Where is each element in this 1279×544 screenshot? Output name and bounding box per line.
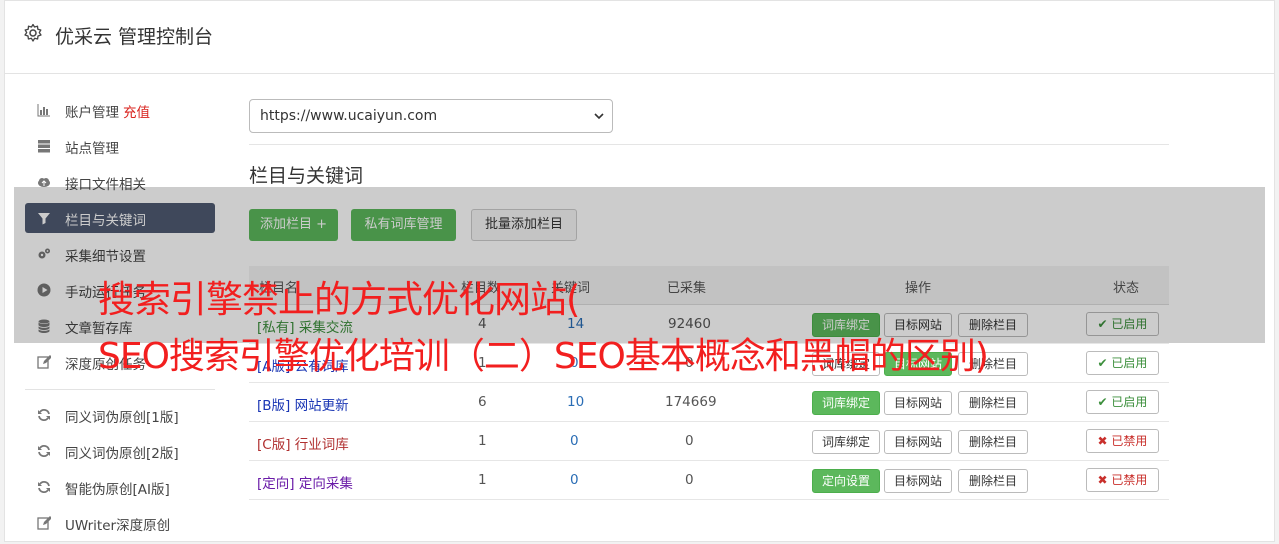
sidebar-item-sites[interactable]: 站点管理 [25,131,215,161]
target-site-button[interactable]: 目标网站 [884,430,952,454]
headline-line-1: 搜索引擎禁止的方式优化网站( [98,278,580,321]
bind-lib-button[interactable]: 词库绑定 [812,391,880,415]
refresh-icon [38,481,50,493]
section-title: 栏目与关键词 [249,165,364,187]
sidebar-item-label: UWriter深度原创 [65,518,171,534]
console-title: 优采云 管理控制台 [55,26,214,48]
cell-count: 6 [478,394,487,410]
site-select[interactable]: https://www.ucaiyun.com [249,99,613,133]
delete-column-button[interactable]: 删除栏目 [958,469,1028,493]
chevron-down-icon [594,113,604,120]
target-site-button[interactable]: 目标网站 [884,469,952,493]
status-toggle[interactable]: ✔ 已启用 [1086,390,1159,414]
refresh-icon [38,409,50,421]
delete-column-button[interactable]: 删除栏目 [958,430,1028,454]
headline-overlay: 搜索引擎禁止的方式优化网站( SEO搜索引擎优化培训（二）SEO基本概念和黑帽的… [14,187,1265,377]
sidebar-item-label: 智能伪原创[AI版] [65,482,170,498]
divider [249,144,1169,145]
sidebar-item-synonym-v1[interactable]: 同义词伪原创[1版] [25,400,215,430]
bind-lib-button[interactable]: 词库绑定 [812,430,880,454]
cell-collected: 174669 [665,394,717,410]
cell-keywords[interactable]: 0 [570,433,579,449]
cell-collected: 0 [685,472,694,488]
table-row: [C版] 行业词库 1 0 0 词库绑定 目标网站 删除栏目 ✖ 已禁用 [249,422,1169,461]
cell-keywords[interactable]: 0 [570,472,579,488]
gear-icon [24,23,42,42]
site-select-value: https://www.ucaiyun.com [260,108,438,124]
sidebar-item-label: 账户管理 [65,105,119,121]
cell-count: 1 [478,472,487,488]
sidebar-item-ai-original[interactable]: 智能伪原创[AI版] [25,472,215,502]
status-toggle[interactable]: ✖ 已禁用 [1086,468,1159,492]
sidebar-item-account[interactable]: 账户管理 充值 [25,95,215,125]
refresh-icon [38,445,50,457]
column-name-link[interactable]: [B版] 网站更新 [257,394,349,414]
edit-icon [37,516,51,530]
cell-count: 1 [478,433,487,449]
server-icon [38,140,50,153]
target-site-button[interactable]: 目标网站 [884,391,952,415]
directed-settings-button[interactable]: 定向设置 [812,469,880,493]
sidebar-divider [25,389,215,390]
column-name-link[interactable]: [定向] 定向采集 [257,472,353,492]
delete-column-button[interactable]: 删除栏目 [958,391,1028,415]
sidebar-item-label: 站点管理 [65,141,119,157]
table-row: [B版] 网站更新 6 10 174669 词库绑定 目标网站 删除栏目 ✔ 已… [249,383,1169,422]
status-toggle[interactable]: ✖ 已禁用 [1086,429,1159,453]
cell-collected: 0 [685,433,694,449]
recharge-link[interactable]: 充值 [123,105,150,121]
headline-line-2: SEO搜索引擎优化培训（二）SEO基本概念和黑帽的区别) [98,336,989,377]
sidebar-item-label: 同义词伪原创[2版] [65,446,179,462]
sidebar-item-synonym-v2[interactable]: 同义词伪原创[2版] [25,436,215,466]
edit-icon [37,355,51,369]
header: 优采云 管理控制台 [5,1,1274,74]
sidebar-item-label: 同义词伪原创[1版] [65,410,179,426]
cell-keywords[interactable]: 10 [567,394,584,410]
sidebar-item-uwriter[interactable]: UWriter深度原创 [25,508,215,538]
status-toggle[interactable]: ✔ 已启用 [1086,351,1159,375]
bar-chart-icon [37,104,50,117]
column-name-link[interactable]: [C版] 行业词库 [257,433,349,453]
table-row: [定向] 定向采集 1 0 0 定向设置 目标网站 删除栏目 ✖ 已禁用 [249,461,1169,500]
